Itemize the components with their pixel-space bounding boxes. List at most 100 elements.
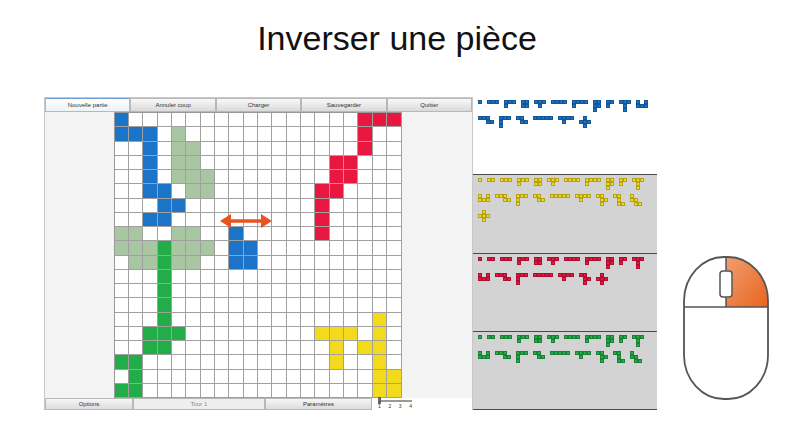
board-cell[interactable] xyxy=(272,241,286,255)
board-cell[interactable] xyxy=(358,256,372,270)
board-cell[interactable] xyxy=(215,170,229,184)
board-cell[interactable] xyxy=(301,170,315,184)
piece[interactable] xyxy=(547,335,559,347)
board-cell[interactable] xyxy=(129,284,143,298)
board-cell[interactable] xyxy=(344,313,358,327)
piece[interactable] xyxy=(517,257,529,269)
board-cell[interactable] xyxy=(272,113,286,127)
board-cell[interactable] xyxy=(373,341,387,355)
board-cell[interactable] xyxy=(129,384,143,398)
board-cell[interactable] xyxy=(344,113,358,127)
board-cell[interactable] xyxy=(330,355,344,369)
board-cell[interactable] xyxy=(358,142,372,156)
board-cell[interactable] xyxy=(387,170,401,184)
board-cell[interactable] xyxy=(330,384,344,398)
board-cell[interactable] xyxy=(258,184,272,198)
board-cell[interactable] xyxy=(373,199,387,213)
board-cell[interactable] xyxy=(315,227,329,241)
piece[interactable] xyxy=(534,257,542,269)
board-cell[interactable] xyxy=(229,284,243,298)
board-cell[interactable] xyxy=(287,256,301,270)
board-cell[interactable] xyxy=(215,355,229,369)
board-cell[interactable] xyxy=(201,384,215,398)
board-cell[interactable] xyxy=(186,142,200,156)
board-cell[interactable] xyxy=(272,170,286,184)
board-cell[interactable] xyxy=(272,127,286,141)
board-cell[interactable] xyxy=(301,184,315,198)
board-cell[interactable] xyxy=(115,213,129,227)
bottom-button[interactable]: Paramètres xyxy=(265,398,372,410)
board-cell[interactable] xyxy=(244,113,258,127)
board-cell[interactable] xyxy=(129,199,143,213)
piece[interactable] xyxy=(478,257,482,269)
board-cell[interactable] xyxy=(115,113,129,127)
board-cell[interactable] xyxy=(172,270,186,284)
piece[interactable] xyxy=(516,273,528,285)
board-cell[interactable] xyxy=(373,256,387,270)
board-cell[interactable] xyxy=(201,313,215,327)
board-cell[interactable] xyxy=(272,284,286,298)
board-cell[interactable] xyxy=(215,113,229,127)
piece[interactable] xyxy=(630,194,642,206)
board-cell[interactable] xyxy=(115,199,129,213)
board-cell[interactable] xyxy=(272,355,286,369)
board-cell[interactable] xyxy=(229,241,243,255)
board-cell[interactable] xyxy=(330,370,344,384)
board-cell[interactable] xyxy=(215,284,229,298)
board-cell[interactable] xyxy=(186,355,200,369)
piece[interactable] xyxy=(500,335,512,347)
board-cell[interactable] xyxy=(158,170,172,184)
piece[interactable] xyxy=(478,178,482,190)
board-cell[interactable] xyxy=(344,142,358,156)
board-cell[interactable] xyxy=(244,327,258,341)
board-cell[interactable] xyxy=(215,227,229,241)
slider[interactable]: 1234 xyxy=(372,398,472,410)
board-cell[interactable] xyxy=(272,298,286,312)
board-cell[interactable] xyxy=(215,384,229,398)
piece[interactable] xyxy=(547,178,559,190)
board-cell[interactable] xyxy=(358,384,372,398)
board-cell[interactable] xyxy=(358,327,372,341)
piece[interactable] xyxy=(534,335,542,347)
board-cell[interactable] xyxy=(258,327,272,341)
board-cell[interactable] xyxy=(158,370,172,384)
board-cell[interactable] xyxy=(315,199,329,213)
board-cell[interactable] xyxy=(344,384,358,398)
board-cell[interactable] xyxy=(344,256,358,270)
board-cell[interactable] xyxy=(201,298,215,312)
piece[interactable] xyxy=(564,335,580,347)
piece[interactable] xyxy=(630,351,642,363)
board-cell[interactable] xyxy=(387,284,401,298)
board-cell[interactable] xyxy=(330,184,344,198)
board-cell[interactable] xyxy=(358,270,372,284)
board-cell[interactable] xyxy=(344,227,358,241)
board-cell[interactable] xyxy=(115,170,129,184)
board-cell[interactable] xyxy=(201,156,215,170)
board-cell[interactable] xyxy=(129,270,143,284)
board-cell[interactable] xyxy=(158,256,172,270)
board-cell[interactable] xyxy=(158,184,172,198)
board-cell[interactable] xyxy=(215,184,229,198)
board-cell[interactable] xyxy=(301,241,315,255)
board-cell[interactable] xyxy=(301,156,315,170)
board-cell[interactable] xyxy=(330,199,344,213)
toolbar-button[interactable]: Nouvelle partie xyxy=(45,98,130,112)
board-cell[interactable] xyxy=(258,142,272,156)
board-cell[interactable] xyxy=(344,213,358,227)
board-cell[interactable] xyxy=(229,156,243,170)
board-cell[interactable] xyxy=(172,227,186,241)
board-cell[interactable] xyxy=(143,199,157,213)
board-cell[interactable] xyxy=(344,355,358,369)
board-cell[interactable] xyxy=(330,170,344,184)
board-cell[interactable] xyxy=(115,256,129,270)
board-cell[interactable] xyxy=(172,327,186,341)
board-cell[interactable] xyxy=(186,284,200,298)
board-cell[interactable] xyxy=(201,170,215,184)
board-cell[interactable] xyxy=(172,199,186,213)
board-cell[interactable] xyxy=(387,298,401,312)
board-cell[interactable] xyxy=(143,113,157,127)
board-cell[interactable] xyxy=(358,341,372,355)
board-cell[interactable] xyxy=(358,170,372,184)
board-cell[interactable] xyxy=(301,199,315,213)
board-cell[interactable] xyxy=(172,184,186,198)
